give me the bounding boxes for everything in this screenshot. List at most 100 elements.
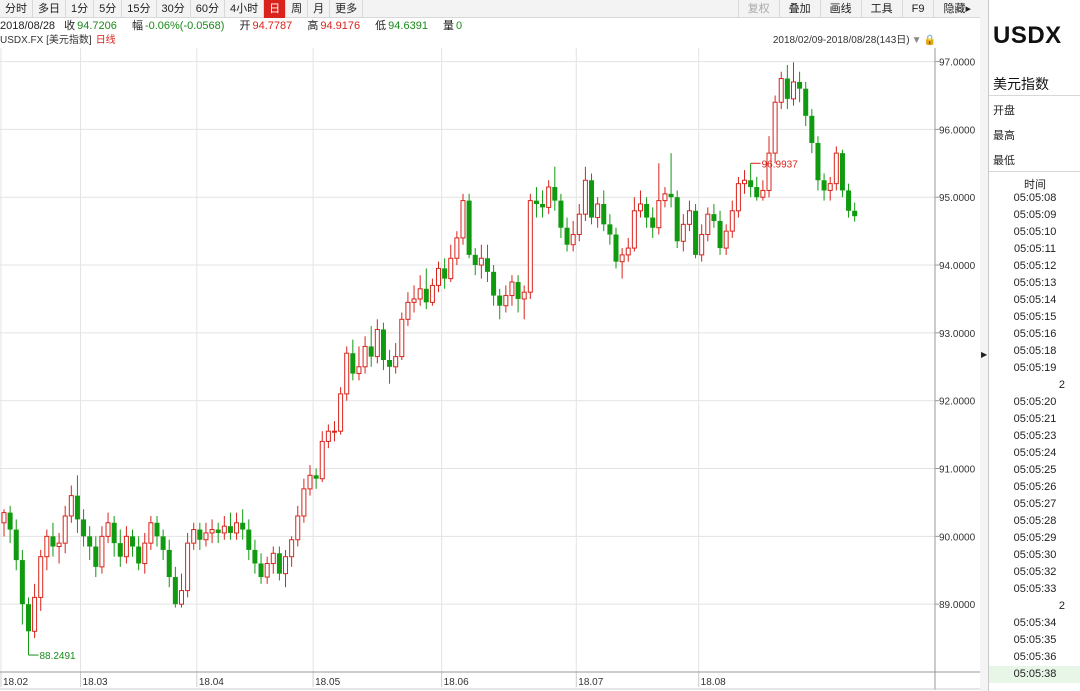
tick-time: 05:05:36 bbox=[1013, 651, 1057, 663]
candle-body bbox=[62, 515, 68, 544]
expand-arrow-icon[interactable]: ▶ bbox=[981, 350, 987, 359]
candle-body bbox=[417, 288, 423, 300]
x-tick-label: 18.02 bbox=[3, 677, 28, 688]
tick-time: 05:05:25 bbox=[1013, 464, 1057, 476]
candle-body bbox=[515, 282, 521, 299]
candle-body bbox=[356, 366, 362, 375]
candle-body bbox=[429, 284, 435, 303]
candle-body bbox=[852, 210, 858, 217]
candle-body bbox=[99, 535, 105, 568]
toolbar-action-button[interactable]: 叠加 bbox=[778, 0, 820, 18]
period-button[interactable]: 多日 bbox=[33, 0, 66, 18]
candle-body bbox=[350, 353, 356, 374]
candle-body bbox=[674, 197, 680, 242]
candle-body bbox=[38, 556, 44, 598]
candle-body bbox=[387, 360, 393, 367]
tick-time: 05:05:19 bbox=[1013, 362, 1057, 374]
volume-value: 0 bbox=[456, 20, 463, 32]
candle-body bbox=[668, 193, 674, 198]
sidebar-splitter[interactable] bbox=[980, 0, 988, 691]
candle-body bbox=[607, 224, 613, 235]
candle-body bbox=[521, 291, 527, 300]
candle-body bbox=[289, 539, 295, 558]
candle-body bbox=[19, 560, 25, 605]
low-group: 低 94.6391 bbox=[375, 20, 434, 32]
volume-label: 量 bbox=[443, 20, 454, 32]
y-tick-label: 96.0000 bbox=[939, 125, 976, 136]
candle-body bbox=[589, 180, 595, 218]
candle-body bbox=[619, 254, 625, 263]
candle-body bbox=[613, 234, 619, 262]
candlestick-chart[interactable]: 97.0000 96.0000 95.0000 94.0000 93.0000 92.00… bbox=[0, 0, 980, 691]
candle-body bbox=[717, 220, 723, 249]
candle-body bbox=[723, 230, 729, 249]
y-tick-label: 97.0000 bbox=[939, 58, 976, 69]
toolbar-action-button[interactable]: F9 bbox=[901, 0, 934, 18]
period-button[interactable]: 60分 bbox=[191, 0, 225, 18]
tick-time: 05:05:33 bbox=[1013, 583, 1057, 595]
divider bbox=[989, 95, 1080, 96]
candle-body bbox=[276, 553, 282, 574]
candle-body bbox=[405, 301, 411, 320]
candle-body bbox=[839, 153, 845, 191]
candle-body bbox=[13, 529, 19, 561]
period-button[interactable]: 1分 bbox=[66, 0, 95, 18]
toolbar-action-button[interactable]: 复权 bbox=[737, 0, 779, 18]
tick-time: 05:05:08 bbox=[1013, 192, 1057, 204]
open-group: 开 94.7787 bbox=[240, 20, 299, 32]
candle-body bbox=[393, 356, 399, 368]
candle-body bbox=[833, 152, 839, 185]
period-button[interactable]: 周 bbox=[286, 0, 309, 18]
period-button[interactable]: 日 bbox=[264, 0, 287, 18]
candle-body bbox=[797, 81, 803, 89]
x-tick-label: 18.04 bbox=[199, 677, 224, 688]
min-price-label: 88.2491 bbox=[39, 651, 76, 662]
candle-body bbox=[686, 210, 692, 225]
candle-body bbox=[215, 529, 221, 533]
dropdown-triangle-icon[interactable]: ▼ bbox=[912, 35, 922, 46]
candle-body bbox=[283, 556, 289, 575]
y-tick-label: 93.0000 bbox=[939, 329, 976, 340]
tick-time: 05:05:20 bbox=[1013, 396, 1057, 408]
period-button[interactable]: 更多 bbox=[330, 0, 364, 18]
lock-icon[interactable]: 🔒 bbox=[924, 35, 936, 46]
candle-body bbox=[331, 430, 337, 433]
change-value: -0.06%(-0.0568) bbox=[144, 20, 225, 32]
candle-body bbox=[546, 186, 552, 208]
chart-symbol-label: USDX.FX [美元指数] 日线 bbox=[0, 34, 116, 48]
toolbar-action-button[interactable]: 隐藏▸ bbox=[933, 0, 980, 18]
close-value: 94.7206 bbox=[77, 20, 117, 32]
candle-body bbox=[595, 203, 601, 219]
candle-body bbox=[558, 200, 564, 228]
close-label: 收 bbox=[64, 20, 76, 32]
date-range-label[interactable]: 2018/02/09-2018/08/28(143日) ▼ 🔒 bbox=[773, 34, 936, 48]
candle-body bbox=[460, 200, 466, 239]
period-button[interactable]: 分时 bbox=[0, 0, 33, 18]
candle-body bbox=[582, 179, 588, 215]
period-button[interactable]: 15分 bbox=[122, 0, 157, 18]
high-group: 高 94.9176 bbox=[307, 20, 366, 32]
toolbar-action-button[interactable]: 工具 bbox=[860, 0, 902, 18]
candle-body bbox=[491, 271, 497, 296]
candle-body bbox=[160, 536, 166, 550]
toolbar-right-group: 复权 叠加 画线 工具 F9 隐藏▸ bbox=[737, 0, 980, 18]
candle-body bbox=[466, 200, 472, 255]
toolbar-action-button[interactable]: 画线 bbox=[819, 0, 861, 18]
candle-body bbox=[87, 536, 93, 547]
candle-body bbox=[246, 529, 252, 550]
candle-body bbox=[7, 512, 13, 530]
period-button[interactable]: 5分 bbox=[94, 0, 123, 18]
period-button[interactable]: 4小时 bbox=[225, 0, 265, 18]
candle-body bbox=[191, 529, 197, 544]
period-button[interactable]: 月 bbox=[308, 0, 331, 18]
tick-time: 05:05:21 bbox=[1013, 413, 1057, 425]
field-open: 开盘 bbox=[993, 105, 1015, 117]
candle-body bbox=[93, 546, 99, 567]
field-high: 最高 bbox=[993, 130, 1015, 142]
tick-time: 05:05:12 bbox=[1013, 260, 1057, 272]
x-tick-label: 18.03 bbox=[83, 677, 108, 688]
period-button[interactable]: 30分 bbox=[157, 0, 191, 18]
candle-body bbox=[221, 525, 227, 534]
max-price-label: 96.9937 bbox=[762, 159, 799, 170]
candle-body bbox=[472, 254, 478, 266]
